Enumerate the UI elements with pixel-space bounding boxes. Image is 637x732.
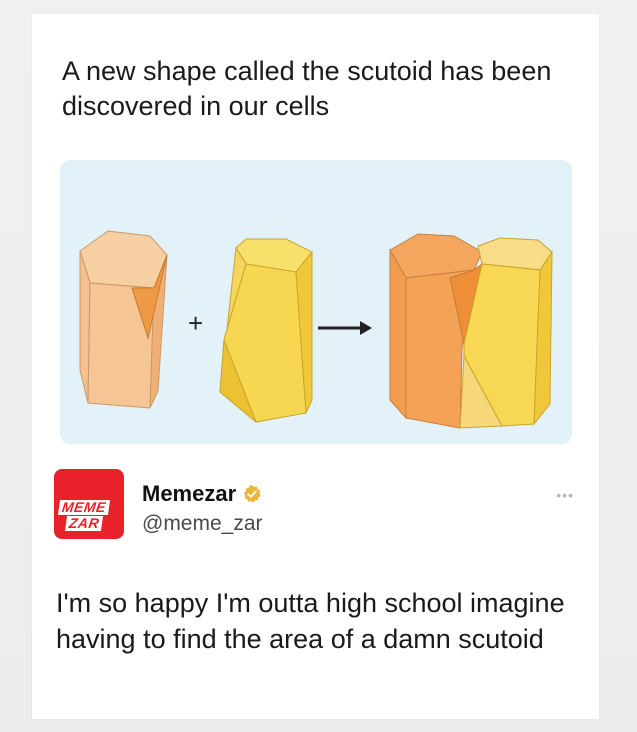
avatar-logo-line-1: MEME: [57, 499, 111, 515]
page: A new shape called the scutoid has been …: [0, 0, 637, 732]
verified-badge-icon: [243, 485, 261, 503]
scutoid-diagram: +: [79, 230, 553, 429]
avatar[interactable]: MEME ZAR: [54, 469, 124, 539]
headline-text: A new shape called the scutoid has been …: [62, 56, 552, 121]
orange-prism-shape: [79, 230, 168, 409]
arrow-icon: [318, 321, 372, 335]
more-options-icon[interactable]: •••: [556, 487, 574, 503]
scutoid-combined-shape: [389, 233, 553, 429]
tweet-text: I'm so happy I'm outta high school imagi…: [56, 588, 565, 654]
author-row: MEME ZAR Memezar @meme_zar •••: [54, 467, 584, 547]
tweet-card: A new shape called the scutoid has been …: [32, 14, 599, 719]
plus-sign: +: [188, 308, 203, 338]
user-handle[interactable]: @meme_zar: [142, 512, 263, 536]
name-line: Memezar: [142, 481, 262, 507]
yellow-prism-shape: [219, 238, 313, 423]
scutoid-illustration: +: [60, 160, 572, 444]
avatar-logo-line-2: ZAR: [64, 515, 104, 531]
display-name[interactable]: Memezar: [142, 481, 236, 507]
